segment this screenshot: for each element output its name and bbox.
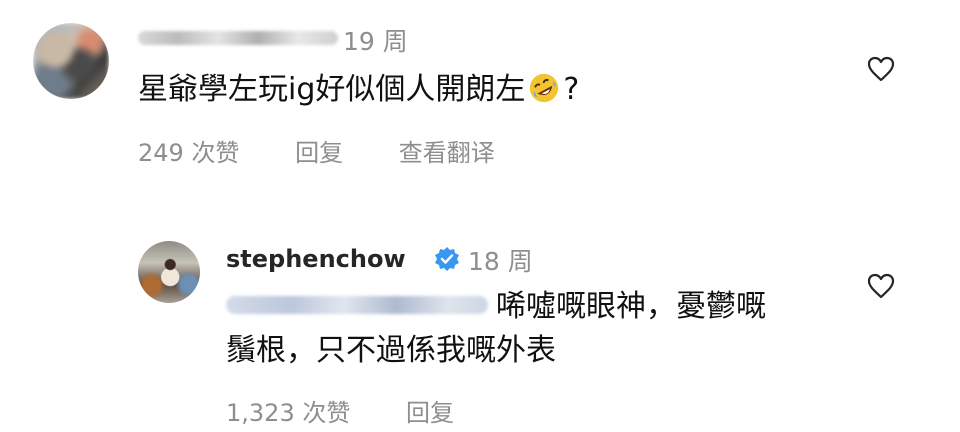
comment-1: 19 周 星爺學左玩ig好似個人開朗左 ? 249 次赞 回复 查看翻译 [0,0,960,180]
username[interactable]: stephenchow [226,245,406,273]
heart-outline-icon[interactable] [866,55,896,83]
mention-blurred[interactable] [226,296,488,314]
likes-count[interactable]: 249 次赞 [138,133,239,168]
rolling-on-the-floor-laughing-emoji [530,73,559,103]
comment-2: stephenchow 18 周 唏噓嘅眼神，憂鬱嘅 鬚根，只不過係我嘅外表 1… [0,220,960,432]
avatar[interactable] [138,241,200,303]
comment-text-line-2: 鬚根，只不過係我嘅外表 [226,333,556,368]
comment-text-main: 星爺學左玩ig好似個人開朗左 [138,72,526,107]
username-blurred[interactable] [138,31,338,45]
reply-button[interactable]: 回复 [295,133,343,168]
comment-actions: 1,323 次赞 回复 [226,393,502,428]
heart-outline-icon[interactable] [866,272,896,300]
comment-text-suffix: ? [563,72,580,107]
verified-badge-icon [435,247,459,271]
comment-text-line-1: 唏噓嘅眼神，憂鬱嘅 [226,284,766,330]
likes-count[interactable]: 1,323 次赞 [226,393,350,428]
comment-text-part-1: 唏噓嘅眼神，憂鬱嘅 [496,289,766,324]
avatar-blurred-image [33,23,109,99]
reply-button[interactable]: 回复 [406,393,454,428]
avatar[interactable] [33,23,109,99]
comment-actions: 249 次赞 回复 查看翻译 [138,133,543,168]
comment-time: 19 周 [343,27,408,56]
translate-button[interactable]: 查看翻译 [399,133,495,168]
comment-text: 星爺學左玩ig好似個人開朗左 ? [138,67,579,113]
comment-time: 18 周 [468,247,533,276]
